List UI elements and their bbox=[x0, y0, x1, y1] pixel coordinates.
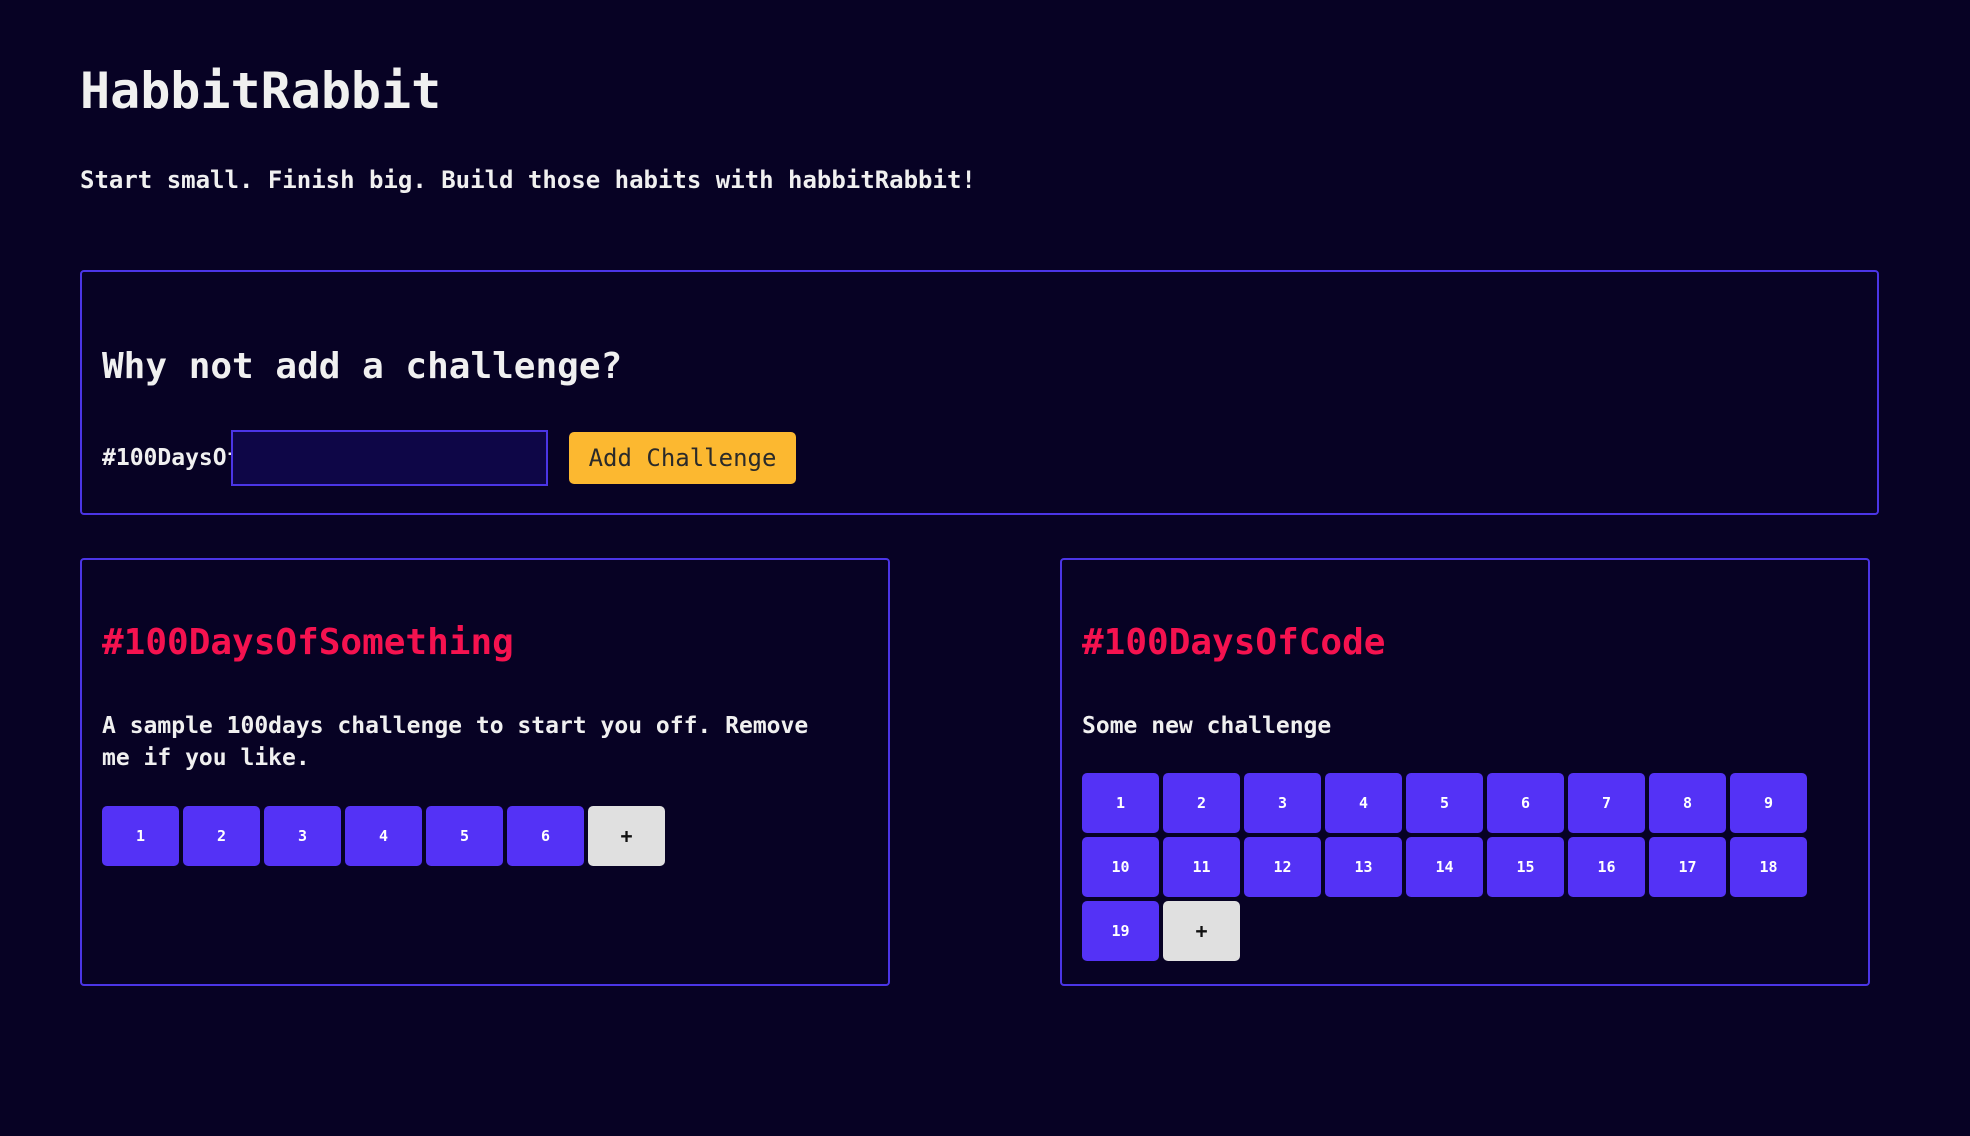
challenge-title: #100DaysOfSomething bbox=[102, 622, 514, 663]
add-challenge-panel: Why not add a challenge? #100DaysOf Add … bbox=[80, 270, 1879, 515]
day-tile[interactable]: 18 bbox=[1730, 837, 1807, 897]
day-tile[interactable]: 13 bbox=[1325, 837, 1402, 897]
add-day-button[interactable]: + bbox=[1163, 901, 1240, 961]
day-tile[interactable]: 6 bbox=[507, 806, 584, 866]
day-tile[interactable]: 1 bbox=[1082, 773, 1159, 833]
challenge-name-input[interactable] bbox=[231, 430, 548, 486]
day-tile[interactable]: 10 bbox=[1082, 837, 1159, 897]
challenge-card: #100DaysOfCode Some new challenge 1 2 3 … bbox=[1060, 558, 1870, 986]
day-tile[interactable]: 4 bbox=[1325, 773, 1402, 833]
add-challenge-heading: Why not add a challenge? bbox=[102, 346, 623, 387]
day-grid: 1 2 3 4 5 6 + bbox=[102, 806, 832, 866]
day-grid: 1 2 3 4 5 6 7 8 9 10 11 12 13 14 15 16 1… bbox=[1082, 773, 1812, 961]
day-tile[interactable]: 11 bbox=[1163, 837, 1240, 897]
day-tile[interactable]: 8 bbox=[1649, 773, 1726, 833]
day-tile[interactable]: 4 bbox=[345, 806, 422, 866]
add-challenge-button[interactable]: Add Challenge bbox=[569, 432, 796, 484]
day-tile[interactable]: 15 bbox=[1487, 837, 1564, 897]
day-tile[interactable]: 16 bbox=[1568, 837, 1645, 897]
day-tile[interactable]: 6 bbox=[1487, 773, 1564, 833]
challenge-description: Some new challenge bbox=[1082, 713, 1332, 739]
challenge-title: #100DaysOfCode bbox=[1082, 622, 1386, 663]
challenge-prefix-label: #100DaysOf bbox=[102, 445, 241, 471]
app-title: HabbitRabbit bbox=[80, 62, 442, 120]
app-tagline: Start small. Finish big. Build those hab… bbox=[80, 166, 976, 194]
day-tile[interactable]: 5 bbox=[426, 806, 503, 866]
day-tile[interactable]: 3 bbox=[1244, 773, 1321, 833]
day-tile[interactable]: 2 bbox=[1163, 773, 1240, 833]
day-tile[interactable]: 1 bbox=[102, 806, 179, 866]
challenge-description: A sample 100days challenge to start you … bbox=[102, 713, 809, 771]
day-tile[interactable]: 7 bbox=[1568, 773, 1645, 833]
add-day-button[interactable]: + bbox=[588, 806, 665, 866]
day-tile[interactable]: 19 bbox=[1082, 901, 1159, 961]
day-tile[interactable]: 14 bbox=[1406, 837, 1483, 897]
challenge-card: #100DaysOfSomething A sample 100days cha… bbox=[80, 558, 890, 986]
day-tile[interactable]: 5 bbox=[1406, 773, 1483, 833]
day-tile[interactable]: 3 bbox=[264, 806, 341, 866]
day-tile[interactable]: 2 bbox=[183, 806, 260, 866]
day-tile[interactable]: 9 bbox=[1730, 773, 1807, 833]
day-tile[interactable]: 12 bbox=[1244, 837, 1321, 897]
day-tile[interactable]: 17 bbox=[1649, 837, 1726, 897]
